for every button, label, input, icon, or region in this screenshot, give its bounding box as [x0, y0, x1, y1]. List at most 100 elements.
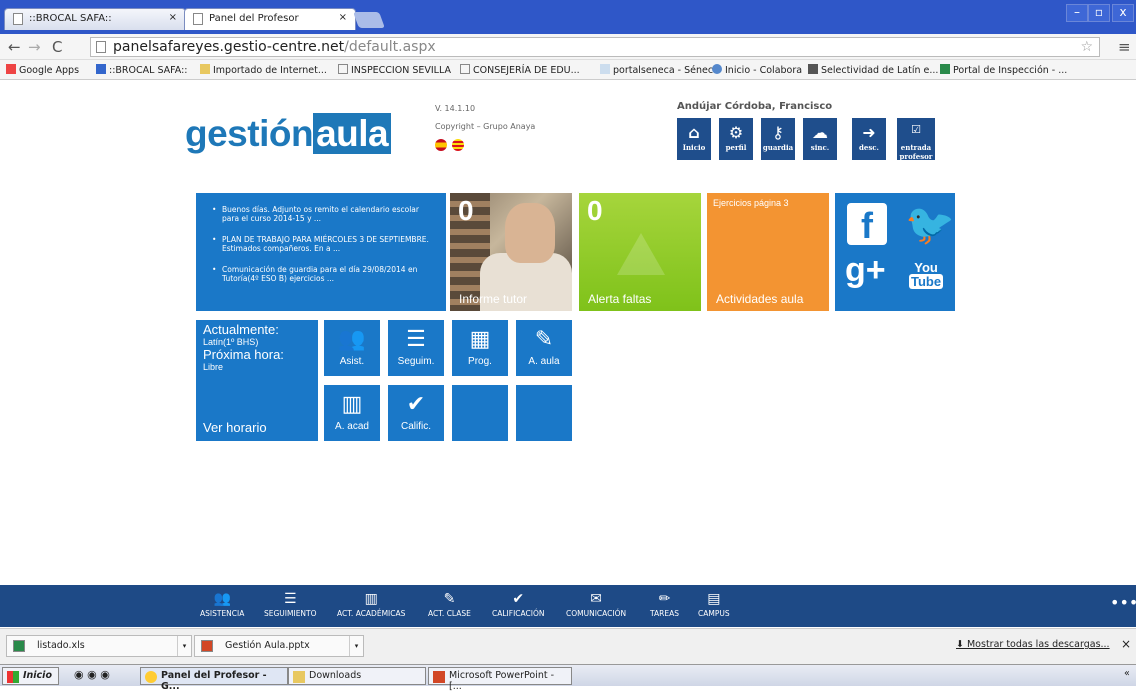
- view-schedule-link[interactable]: Ver horario: [203, 420, 267, 435]
- logout-button[interactable]: ➜ desc.: [852, 118, 886, 160]
- news-item[interactable]: PLAN DE TRABAJO PARA MIÉRCOLES 3 DE SEPT…: [208, 235, 436, 253]
- forward-icon[interactable]: →: [28, 38, 41, 56]
- version-text: V. 14.1.10: [435, 104, 476, 113]
- bookmark-item[interactable]: Importado de Internet...: [200, 64, 327, 76]
- edit-icon: ✎: [534, 326, 554, 351]
- bookmark-item[interactable]: INSPECCION SEVILLA: [338, 64, 451, 76]
- twitter-icon[interactable]: 🐦: [905, 201, 955, 248]
- academic-activity-button[interactable]: ▥ A. acad: [324, 385, 380, 441]
- quick-launch-icons[interactable]: ◉ ◉ ◉: [74, 668, 110, 681]
- bookmark-item[interactable]: Portal de Inspección - ...: [940, 64, 1067, 76]
- absence-alert-tile[interactable]: 0 Alerta faltas: [579, 193, 701, 311]
- start-button[interactable]: Inicio: [2, 667, 59, 685]
- download-item[interactable]: Gestión Aula.pptx ▾: [194, 635, 364, 657]
- tile-label: Actividades aula: [716, 292, 804, 306]
- menu-campus[interactable]: ▤ CAMPUS: [698, 591, 730, 618]
- list-icon: ☰: [283, 591, 297, 607]
- bookmark-item[interactable]: ::BROCAL SAFA::: [96, 64, 187, 76]
- social-tile: f 🐦 g+ You Tube: [835, 193, 955, 311]
- pencil-icon: ✏: [658, 591, 671, 607]
- users-icon: 👥: [213, 591, 231, 607]
- bookmark-item[interactable]: Google Apps: [6, 64, 79, 76]
- reload-icon[interactable]: C: [52, 38, 62, 56]
- bookmark-item[interactable]: Selectividad de Latín e...: [808, 64, 938, 76]
- new-tab-button[interactable]: [353, 12, 385, 28]
- address-bar[interactable]: panelsafareyes.gestio-centre.net/default…: [90, 37, 1100, 57]
- catalonia-flag-icon[interactable]: [452, 139, 464, 151]
- bookmark-item[interactable]: portalseneca - Séneca: [600, 64, 719, 76]
- menu-tracking[interactable]: ☰ SEGUIMIENTO: [264, 591, 317, 618]
- youtube-icon[interactable]: You Tube: [909, 261, 944, 289]
- tab-bar: ::BROCAL SAFA:: × Panel del Profesor × – ▫…: [0, 0, 1136, 34]
- url-path: /default.aspx: [344, 39, 436, 55]
- back-icon[interactable]: ←: [8, 38, 21, 56]
- bookmark-item[interactable]: Inicio - Colabora: [712, 64, 802, 76]
- news-item[interactable]: Buenos días. Adjunto os remito el calend…: [208, 205, 436, 223]
- key-icon: ⚷: [772, 123, 784, 142]
- programming-button[interactable]: ▦ Prog.: [452, 320, 508, 376]
- teacher-entry-button[interactable]: ☑ entrada profesor: [897, 118, 935, 161]
- chevron-left-icon[interactable]: «: [1124, 668, 1130, 679]
- browser-toolbar: ← → C panelsafareyes.gestio-centre.net/d…: [0, 34, 1136, 60]
- bookmarks-bar: Google Apps ::BROCAL SAFA:: Importado de…: [0, 60, 1136, 80]
- menu-class[interactable]: ✎ ACT. CLASE: [428, 591, 471, 618]
- cloud-upload-icon: ☁: [812, 123, 828, 142]
- close-window-button[interactable]: x: [1112, 4, 1134, 22]
- sync-button[interactable]: ☁ sinc.: [803, 118, 837, 160]
- tutor-count: 0: [458, 195, 474, 226]
- tab-panel-profesor[interactable]: Panel del Profesor ×: [184, 8, 356, 30]
- profile-button[interactable]: ⚙ perfil: [719, 118, 753, 160]
- taskbar-item-browser[interactable]: Panel del Profesor - G...: [140, 667, 288, 692]
- tile-label: Informe tutor: [459, 292, 528, 306]
- menu-grades[interactable]: ✔ CALIFICACIÓN: [492, 591, 544, 618]
- maximize-button[interactable]: ▫: [1088, 4, 1110, 22]
- menu-tasks[interactable]: ✏ TAREAS: [650, 591, 679, 618]
- menu-communication[interactable]: ✉ COMUNICACIÓN: [566, 591, 626, 618]
- class-activity-button[interactable]: ✎ A. aula: [516, 320, 572, 376]
- close-icon[interactable]: ×: [1121, 637, 1131, 651]
- app-logo[interactable]: gestiónaula: [185, 113, 392, 155]
- bookmark-item[interactable]: CONSEJERÍA DE EDU...: [460, 64, 580, 76]
- tracking-button[interactable]: ☰ Seguim.: [388, 320, 444, 376]
- class-activities-tile[interactable]: Ejercicios página 3 Actividades aula: [707, 193, 829, 311]
- menu-attendance[interactable]: 👥 ASISTENCIA: [200, 591, 244, 618]
- close-icon[interactable]: ×: [169, 12, 177, 23]
- spain-flag-icon[interactable]: [435, 139, 447, 151]
- home-icon: ⌂: [688, 123, 700, 142]
- building-icon: ▤: [707, 591, 721, 607]
- grades-button[interactable]: ✔ Calific.: [388, 385, 444, 441]
- more-icon[interactable]: •••: [1110, 593, 1136, 612]
- star-icon[interactable]: ☆: [1080, 38, 1093, 56]
- taskbar-item-downloads[interactable]: Downloads: [288, 667, 426, 685]
- download-item[interactable]: listado.xls ▾: [6, 635, 192, 657]
- news-item[interactable]: Comunicación de guardia para el día 29/0…: [208, 265, 436, 283]
- edit-icon: ✎: [443, 591, 456, 607]
- taskbar-item-powerpoint[interactable]: Microsoft PowerPoint - [...: [428, 667, 572, 692]
- windows-icon: [7, 671, 19, 683]
- menu-academic[interactable]: ▥ ACT. ACADÉMICAS: [337, 591, 405, 618]
- activity-subtitle: Ejercicios página 3: [713, 198, 789, 208]
- google-plus-icon[interactable]: g+: [845, 251, 886, 290]
- facebook-icon[interactable]: f: [847, 203, 887, 246]
- current-label: Actualmente:: [203, 322, 279, 337]
- close-icon[interactable]: ×: [339, 12, 347, 23]
- taskbar: Inicio ◉ ◉ ◉ Panel del Profesor - G... D…: [0, 664, 1136, 692]
- bar-chart-icon: ▥: [341, 391, 363, 416]
- minimize-button[interactable]: –: [1066, 4, 1088, 22]
- schedule-tile[interactable]: Actualmente: Latín(1º BHS) Próxima hora:…: [196, 320, 318, 441]
- empty-tile[interactable]: [452, 385, 508, 441]
- attendance-button[interactable]: 👥 Asist.: [324, 320, 380, 376]
- teacher-photo: [505, 203, 555, 263]
- envelope-icon: ✉: [590, 591, 602, 607]
- news-tile[interactable]: Buenos días. Adjunto os remito el calend…: [196, 193, 446, 311]
- powerpoint-file-icon: [201, 640, 213, 652]
- show-all-downloads-link[interactable]: ⬇ Mostrar todas las descargas...: [956, 639, 1110, 650]
- tab-brocal[interactable]: ::BROCAL SAFA:: ×: [4, 8, 186, 30]
- empty-tile[interactable]: [516, 385, 572, 441]
- list-icon: ☰: [406, 326, 426, 351]
- guard-button[interactable]: ⚷ guardia: [761, 118, 795, 160]
- next-value: Libre: [203, 362, 224, 372]
- menu-icon[interactable]: ≡: [1118, 38, 1131, 56]
- tutor-report-tile[interactable]: 0 Informe tutor: [450, 193, 572, 311]
- home-button[interactable]: ⌂ Inicio: [677, 118, 711, 160]
